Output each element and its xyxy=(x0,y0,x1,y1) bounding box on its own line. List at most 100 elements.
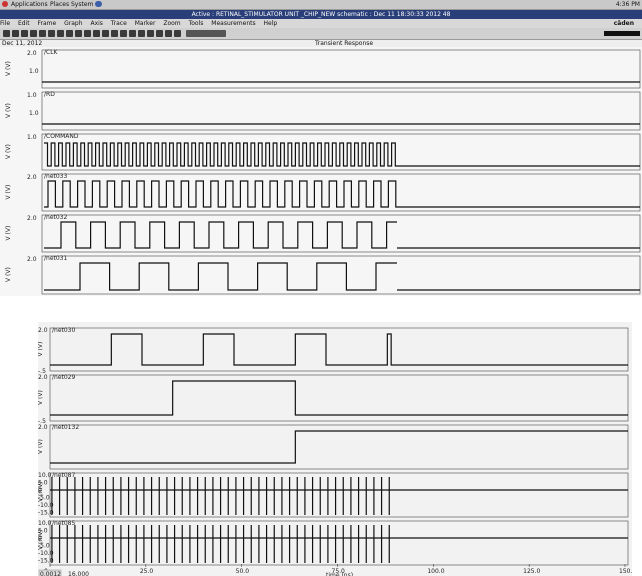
y-tick-label: 0 xyxy=(38,535,42,542)
trace-net032 xyxy=(44,221,397,249)
y-axis-label: V (V) xyxy=(5,267,12,282)
menu-edit[interactable]: Edit xyxy=(18,20,30,27)
y-tick-label: 2.0 xyxy=(38,374,48,381)
trace-command xyxy=(44,142,397,167)
readout-value: 16.000 xyxy=(68,571,89,576)
trace-net0132 xyxy=(50,430,628,464)
zoom-icon[interactable] xyxy=(39,30,46,37)
y-tick-label: 2.0 xyxy=(27,215,37,222)
x-tick-label: 150.0 xyxy=(619,568,632,575)
menu-trace[interactable]: Trace xyxy=(111,20,127,27)
trace-net033 xyxy=(44,180,397,208)
menu-applications[interactable]: Applications xyxy=(11,0,48,9)
toolbar xyxy=(0,28,642,40)
waveform-window-2: /net030V (V)2.0-.5/net029V (V)2.0-.5/net… xyxy=(38,322,632,576)
y-axis-label: V (V) xyxy=(5,103,12,118)
grid-icon[interactable] xyxy=(84,30,91,37)
x-tick-label: 100.0 xyxy=(427,568,444,575)
y-tick-label: 2.0 xyxy=(27,256,37,263)
settings-icon[interactable] xyxy=(129,30,136,37)
readout-value: 0.0012 xyxy=(40,571,61,576)
lane-frame xyxy=(41,214,641,253)
fit-icon[interactable] xyxy=(48,30,55,37)
menu-graph[interactable]: Graph xyxy=(64,20,82,27)
table-icon[interactable] xyxy=(138,30,145,37)
trace-net031 xyxy=(44,262,397,291)
lane-frame xyxy=(41,255,641,295)
plot-title: Transient Response xyxy=(315,40,374,47)
y-tick-label: 1.0 xyxy=(27,134,37,141)
layout-icon[interactable] xyxy=(147,30,154,37)
redo-icon[interactable] xyxy=(21,30,28,37)
trace-label: /CLK xyxy=(44,49,59,56)
y-axis-label: V (V) xyxy=(38,342,44,357)
open-icon[interactable] xyxy=(3,30,10,37)
trace-label: /net031 xyxy=(44,255,68,262)
plot-area-1: /CLK 2.0 1.0 V (V) /RD 1.0 1.0 V (V) /COMMAND 1.0… xyxy=(0,47,642,296)
trace-label: /net033 xyxy=(44,173,68,180)
export-icon[interactable] xyxy=(156,30,163,37)
clock: 4:36 PM xyxy=(615,1,640,8)
trace-label: /net0132 xyxy=(52,424,79,431)
trace-label: /net030 xyxy=(52,327,76,334)
waveform-window-1: Applications Places System 4:36 PM Activ… xyxy=(0,0,642,296)
applications-icon[interactable] xyxy=(2,1,8,7)
menu-marker[interactable]: Marker xyxy=(135,20,156,27)
x-axis-label: time (ns) xyxy=(326,572,353,576)
trace-net030 xyxy=(50,333,628,366)
menu-tools[interactable]: Tools xyxy=(189,20,204,27)
lane-frame xyxy=(41,133,641,171)
x-tick-label: 125.0 xyxy=(523,568,540,575)
y-tick-label: 10.0 xyxy=(38,520,52,527)
menu-bar: File Edit Frame Graph Axis Trace Marker … xyxy=(0,19,642,28)
trace-label: /RD xyxy=(44,91,55,98)
desktop-top-panel: Applications Places System 4:36 PM xyxy=(0,0,642,10)
menu-measurements[interactable]: Measurements xyxy=(211,20,255,27)
y-tick-label: 2.0 xyxy=(38,327,48,334)
close-icon[interactable] xyxy=(174,30,181,37)
x-tick-label: 50.0 xyxy=(236,568,250,575)
y-tick-label: -5.0 xyxy=(38,495,50,502)
y-axis-label: V (V) xyxy=(38,439,44,454)
menu-axis[interactable]: Axis xyxy=(90,20,102,27)
strip-icon[interactable] xyxy=(57,30,64,37)
y-tick-label: -5.0 xyxy=(38,543,50,550)
y-tick-label: 1.0 xyxy=(29,110,39,117)
y-tick-label: 5.0 xyxy=(38,480,48,487)
undo-icon[interactable] xyxy=(12,30,19,37)
pan-icon[interactable] xyxy=(111,30,118,37)
y-tick-label: 2.0 xyxy=(27,174,37,181)
window-icon[interactable] xyxy=(120,30,127,37)
y-tick-label: 2.0 xyxy=(27,50,37,57)
y-tick-label: 10.0 xyxy=(38,472,52,479)
browser-icon[interactable] xyxy=(95,1,102,7)
print-icon[interactable] xyxy=(30,30,37,37)
delta-icon[interactable] xyxy=(75,30,82,37)
y-axis-label: V (V) xyxy=(5,226,12,241)
trace-label: /net087 xyxy=(52,472,76,479)
trace-label: /net085 xyxy=(52,520,76,527)
menu-frame[interactable]: Frame xyxy=(38,20,57,27)
menu-places[interactable]: Places xyxy=(50,0,69,9)
waveform-plot-1: /CLK 2.0 1.0 V (V) /RD 1.0 1.0 V (V) /COMMAND 1.0… xyxy=(5,49,641,295)
y-axis-label: V (V) xyxy=(5,61,12,76)
y-axis-label: V (V) xyxy=(5,144,12,159)
print-preview-icon[interactable] xyxy=(165,30,172,37)
graph-header: Dec 11, 2012 Transient Response xyxy=(0,40,642,47)
y-tick-label: 0 xyxy=(38,487,42,494)
trace-net029 xyxy=(50,380,628,416)
trace-label: /net032 xyxy=(44,214,68,221)
marker-icon[interactable] xyxy=(66,30,73,37)
menu-file[interactable]: File xyxy=(0,20,10,27)
menu-system[interactable]: System xyxy=(71,0,93,9)
y-tick-label: 2.0 xyxy=(38,424,48,431)
waveform-plot-2: /net030V (V)2.0-.5/net029V (V)2.0-.5/net… xyxy=(38,327,632,576)
menu-zoom[interactable]: Zoom xyxy=(163,20,180,27)
menu-help[interactable]: Help xyxy=(264,20,278,27)
calc-icon[interactable] xyxy=(93,30,100,37)
trace-label: /net029 xyxy=(52,374,76,381)
lane-frame xyxy=(49,374,629,422)
trace-label: /COMMAND xyxy=(44,133,79,140)
command-field[interactable] xyxy=(186,30,226,37)
cursor-icon[interactable] xyxy=(102,30,109,37)
